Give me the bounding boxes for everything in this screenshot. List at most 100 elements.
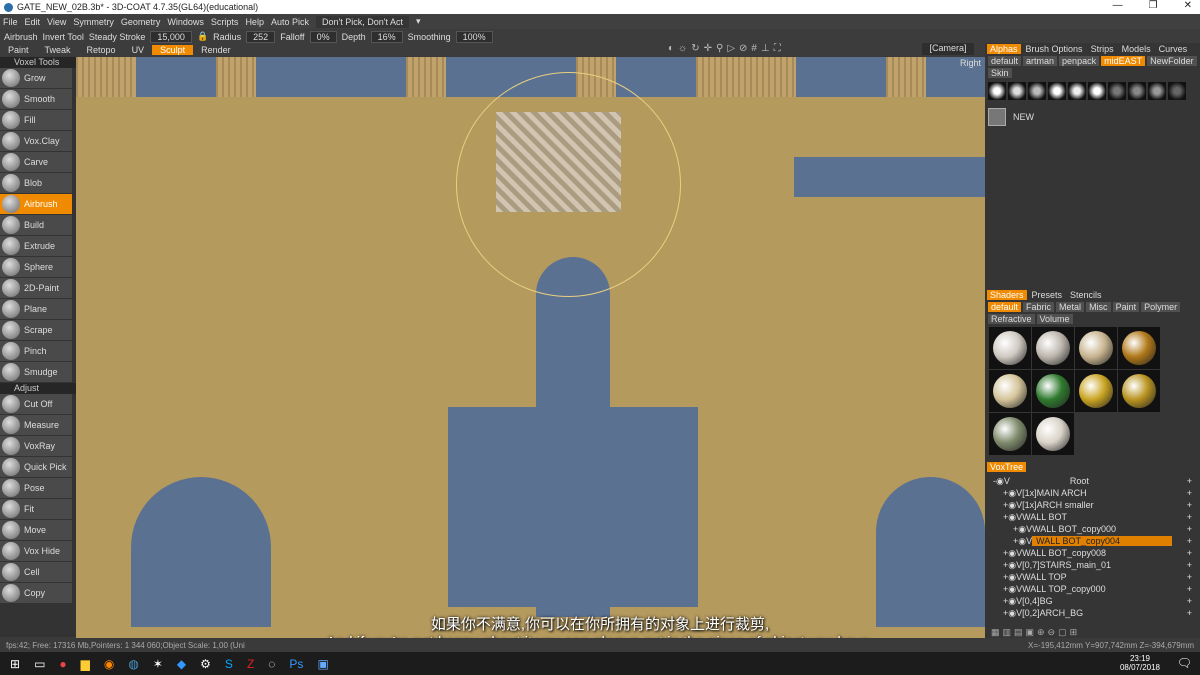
3dcoat-icon[interactable]: ◍ [128,657,138,671]
visibility-eye-icon[interactable]: ◉ [1008,584,1016,595]
tool-grow[interactable]: Grow [0,68,72,89]
tool-scrape[interactable]: Scrape [0,320,72,341]
tool-smudge[interactable]: Smudge [0,362,72,383]
rotate-icon[interactable]: ↻ [691,43,699,54]
no-icon[interactable]: ⊘ [739,43,747,54]
voxtree-item-name[interactable]: [0,4]BG [1022,596,1053,606]
skype-icon[interactable]: S [225,657,233,671]
menu-symmetry[interactable]: Symmetry [73,17,114,27]
voxtree-item-name[interactable]: [1x]MAIN ARCH [1022,488,1087,498]
radius-input[interactable]: 252 [246,30,276,43]
tab-brush-options[interactable]: Brush Options [1023,44,1086,54]
tab-presets[interactable]: Presets [1029,290,1066,300]
tool-sphere[interactable]: Sphere [0,257,72,278]
voxtree-item-name[interactable]: WALL TOP [1022,572,1067,582]
grid-icon[interactable]: # [751,43,757,54]
shader-thumb[interactable] [1032,327,1074,369]
shader-category-metal[interactable]: Metal [1056,302,1085,312]
tab-paint[interactable]: Paint [0,45,37,55]
alpha-thumb[interactable] [1148,82,1166,100]
blender-icon[interactable]: ◉ [104,657,114,671]
tool-cut-off[interactable]: Cut Off [0,394,72,415]
shader-category-refractive[interactable]: Refractive [988,314,1035,324]
alpha-thumb[interactable] [1108,82,1126,100]
alpha-thumb-selected[interactable] [988,108,1006,126]
tool-vox-clay[interactable]: Vox.Clay [0,131,72,152]
tab-alphas[interactable]: Alphas [987,44,1021,54]
alpha-folder-default[interactable]: default [988,56,1022,66]
chevron-down-icon[interactable]: ▾ [416,16,421,27]
tab-stencils[interactable]: Stencils [1067,290,1105,300]
voxtree-tab[interactable]: VoxTree [987,462,1027,472]
tab-models[interactable]: Models [1119,44,1154,54]
voxtree-item[interactable]: + ◉ V [1x]MAIN ARCH + [985,487,1200,499]
tab-curves[interactable]: Curves [1156,44,1191,54]
menu-file[interactable]: File [3,17,18,27]
tool-move[interactable]: Move [0,520,72,541]
depth-input[interactable]: 16% [370,30,403,43]
voxtree-item-name[interactable]: WALL BOT_copy004 [1032,536,1173,546]
alpha-thumb[interactable] [1128,82,1146,100]
play-icon[interactable]: ▷ [727,43,735,54]
add-child-icon[interactable]: + [1187,488,1192,498]
tab-tweak[interactable]: Tweak [37,45,79,55]
shader-thumb[interactable] [1032,370,1074,412]
voxtree-item[interactable]: + ◉ V WALL BOT_copy004 + [985,535,1200,547]
add-child-icon[interactable]: + [1187,536,1192,546]
visibility-eye-icon[interactable]: ◉ [1008,548,1016,559]
maximize-button[interactable]: ❐ [1149,0,1158,11]
tool-fill[interactable]: Fill [0,110,72,131]
voxtree-item-name[interactable]: WALL BOT [1022,512,1067,522]
light-icon[interactable]: ☼ [678,43,687,54]
menu-edit[interactable]: Edit [25,17,41,27]
shader-category-volume[interactable]: Volume [1036,314,1073,324]
clock-date[interactable]: 08/07/2018 [1120,663,1160,672]
voxtree-item[interactable]: + ◉ V [1x]ARCH smaller + [985,499,1200,511]
file-explorer-icon[interactable]: ▆ [81,657,90,671]
tab-uv[interactable]: UV [124,45,153,55]
auto-pick-checkbox[interactable]: Auto Pick [271,17,309,27]
voxtree-item-name[interactable]: WALL TOP_copy000 [1022,584,1106,594]
falloff-input[interactable]: 0% [309,30,337,43]
fit-icon[interactable]: ⛶ [774,43,781,54]
tool-smooth[interactable]: Smooth [0,89,72,110]
shader-thumb[interactable] [1075,370,1117,412]
tool-quick-pick[interactable]: Quick Pick [0,457,72,478]
add-child-icon[interactable]: + [1187,572,1192,582]
photos-icon[interactable]: ▣ [317,657,328,671]
voxtree-item[interactable]: + ◉ V WALL BOT_copy008 + [985,547,1200,559]
tool-2d-paint[interactable]: 2D-Paint [0,278,72,299]
voxtree-item-name[interactable]: Root [1070,476,1089,486]
voxtree-item-name[interactable]: [1x]ARCH smaller [1022,500,1094,510]
visibility-eye-icon[interactable]: ◉ [1008,488,1016,499]
voxtree-item-name[interactable]: [0,7]STAIRS_main_01 [1022,560,1111,570]
shader-thumb[interactable] [1118,370,1160,412]
alpha-folder-penpack[interactable]: penpack [1059,56,1100,66]
app-icon-2[interactable]: ◌ [268,657,275,671]
shader-thumb[interactable] [1118,327,1160,369]
tool-airbrush[interactable]: Airbrush [0,194,72,215]
tool-measure[interactable]: Measure [0,415,72,436]
axis-icon[interactable]: ⊥ [761,43,770,54]
tab-shaders[interactable]: Shaders [987,290,1027,300]
alpha-thumb[interactable] [1088,82,1106,100]
shader-thumb[interactable] [1075,327,1117,369]
tool-extrude[interactable]: Extrude [0,236,72,257]
add-child-icon[interactable]: + [1187,548,1192,558]
alpha-thumb[interactable] [1048,82,1066,100]
visibility-eye-icon[interactable]: ◉ [1008,572,1016,583]
add-child-icon[interactable]: + [1187,584,1192,594]
voxtree-item[interactable]: - ◉ V Root + [985,475,1200,487]
app-icon[interactable]: ✶ [153,657,163,671]
menu-geometry[interactable]: Geometry [121,17,161,27]
contrast-icon[interactable]: ◐ [668,43,674,54]
tool-vox-hide[interactable]: Vox Hide [0,541,72,562]
visibility-eye-icon[interactable]: ◉ [996,476,1004,487]
menu-scripts[interactable]: Scripts [211,17,239,27]
visibility-eye-icon[interactable]: ◉ [1018,536,1026,547]
close-button[interactable]: ✕ [1184,0,1192,11]
pick-mode-select[interactable]: Don't Pick, Don't Act [315,15,409,28]
photoshop-icon[interactable]: Ps [289,657,303,671]
zoom-icon[interactable]: ⚲ [716,43,723,54]
tool-blob[interactable]: Blob [0,173,72,194]
